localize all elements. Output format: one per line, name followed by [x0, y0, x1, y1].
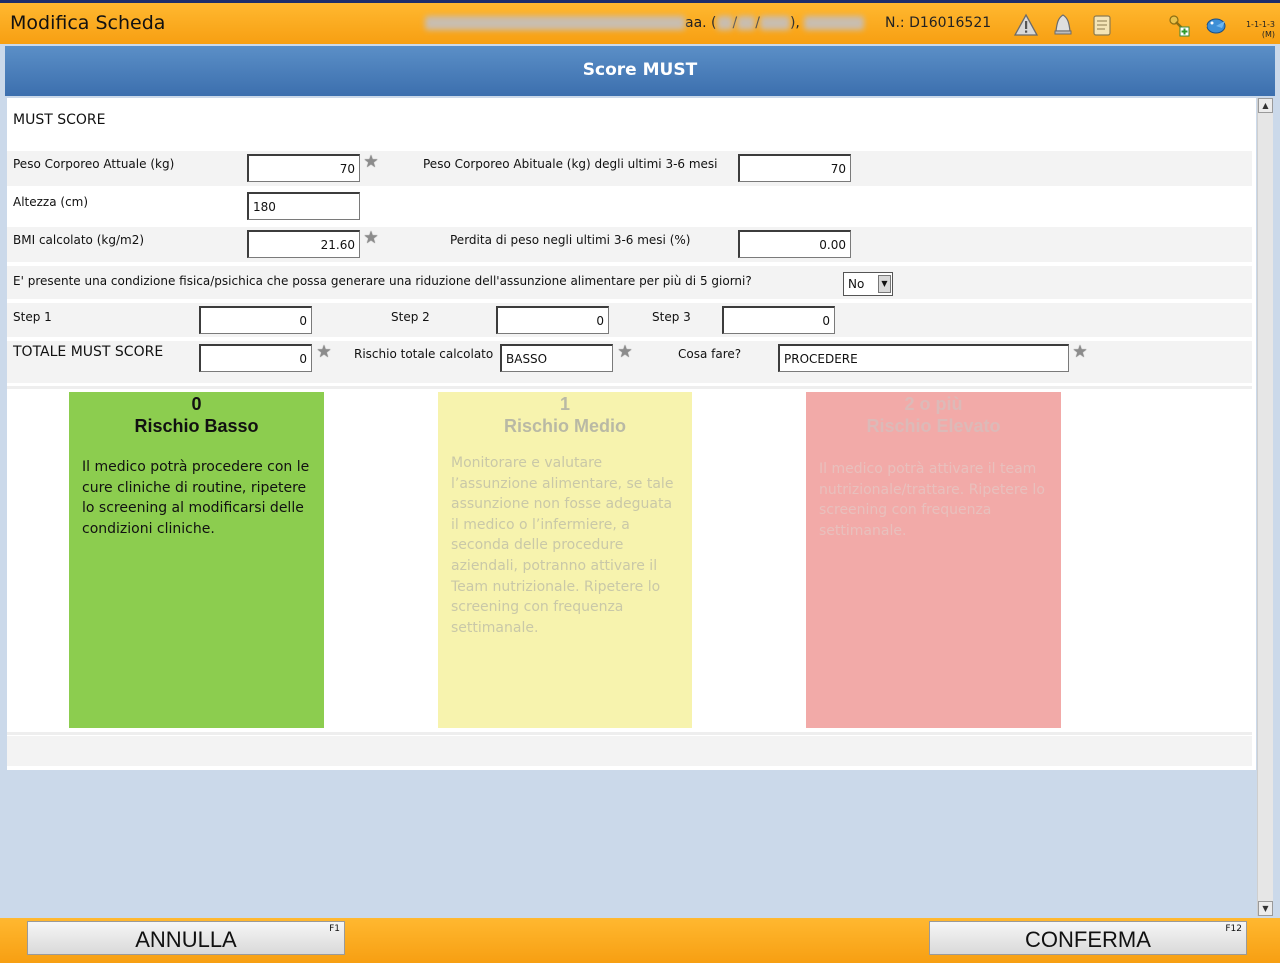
risk-field[interactable]: BASSO — [500, 344, 613, 372]
section-title: MUST SCORE — [13, 112, 106, 128]
risk-card-title: Rischio Elevato — [866, 416, 1001, 436]
confirm-button[interactable]: CONFERMA F12 — [929, 921, 1247, 955]
bottom-bar: ANNULLA F1 CONFERMA F12 — [0, 918, 1280, 963]
divider — [7, 732, 1252, 735]
confirm-button-label: CONFERMA — [1025, 927, 1151, 952]
weight-loss-field[interactable]: 0.00 — [738, 230, 851, 258]
step1-field[interactable]: 0 — [199, 306, 312, 334]
risk-card-title: Rischio Medio — [503, 416, 626, 436]
redacted-patient-extra — [804, 16, 865, 30]
step2-field[interactable]: 0 — [496, 306, 609, 334]
notes-icon[interactable] — [1090, 13, 1114, 37]
bmi-field[interactable]: 21.60 — [247, 230, 360, 258]
confirm-shortcut: F12 — [1225, 924, 1242, 934]
risk-card-text: Il medico potrà procedere con le cure cl… — [82, 459, 310, 537]
condition-select[interactable]: No ▼ — [843, 272, 893, 296]
app-title: Modifica Scheda — [10, 12, 166, 34]
risk-card-medium: 1 Rischio Medio Monitorare e valutare l’… — [438, 392, 692, 728]
height-field[interactable]: 180 — [247, 192, 360, 220]
section-title-row: MUST SCORE — [7, 104, 1252, 146]
step3-label: Step 3 — [652, 310, 691, 324]
redacted-birth-day — [716, 16, 733, 30]
app-window: Modifica Scheda aa. (//), N.: D16016521 — [0, 0, 1280, 963]
steps-row: Step 1 Step 2 Step 3 — [7, 303, 1252, 337]
scroll-down-arrow-icon[interactable]: ▼ — [1258, 901, 1273, 916]
usual-weight-field[interactable]: 70 — [738, 154, 851, 182]
condition-select-value: No — [848, 277, 865, 291]
divider — [7, 386, 1252, 389]
risk-card-title: Rischio Basso — [134, 416, 259, 436]
key-add-icon[interactable] — [1167, 13, 1191, 37]
warning-icon[interactable] — [1014, 13, 1038, 37]
step3-field[interactable]: 0 — [722, 306, 835, 334]
top-bar: Modifica Scheda aa. (//), N.: D16016521 — [0, 0, 1280, 44]
patient-info: aa. (/ /), — [425, 15, 865, 31]
alarm-bell-icon[interactable] — [1051, 13, 1075, 37]
empty-row — [7, 736, 1252, 766]
height-row: Altezza (cm) — [7, 189, 1252, 224]
redacted-birth-year — [759, 16, 790, 30]
risk-card-score: 1 — [559, 394, 570, 414]
redacted-patient-name — [425, 16, 685, 30]
weight-loss-label: Perdita di peso negli ultimi 3-6 mesi (%… — [450, 233, 691, 247]
redacted-birth-month — [737, 16, 756, 30]
bird-icon[interactable] — [1204, 13, 1228, 37]
scroll-up-arrow-icon[interactable]: ▲ — [1258, 98, 1273, 113]
what-to-do-field[interactable]: PROCEDERE — [778, 344, 1069, 372]
condition-row: E' presente una condizione fisica/psichi… — [7, 266, 1252, 299]
step2-label: Step 2 — [391, 310, 430, 324]
version-mode: (M) — [1261, 30, 1275, 39]
patient-age-label: aa. ( — [685, 15, 717, 31]
risk-label: Rischio totale calcolato — [354, 347, 494, 361]
total-score-label: TOTALE MUST SCORE — [13, 344, 164, 360]
cancel-button-label: ANNULLA — [135, 927, 237, 952]
star-icon[interactable]: ★ — [616, 343, 634, 361]
cancel-shortcut: F1 — [329, 924, 340, 934]
bmi-row: BMI calcolato (kg/m2) Perdita di peso ne… — [7, 227, 1252, 262]
risk-card-high: 2 o più Rischio Elevato Il medico potrà … — [806, 392, 1061, 728]
star-icon[interactable]: ★ — [362, 153, 380, 171]
page-title: Score MUST — [582, 60, 698, 80]
risk-card-text: Il medico potrà attivare il team nutrizi… — [819, 461, 1045, 539]
what-to-do-label: Cosa fare? — [678, 347, 742, 361]
card-number: N.: D16016521 — [885, 15, 992, 31]
version-number: 1-1-1-3 — [1245, 20, 1275, 29]
condition-question-label: E' presente una condizione fisica/psichi… — [13, 274, 752, 288]
risk-card-text: Monitorare e valutare l’assunzione alime… — [451, 455, 674, 636]
step1-label: Step 1 — [13, 310, 52, 324]
usual-weight-label: Peso Corporeo Abituale (kg) degli ultimi… — [423, 157, 718, 171]
total-score-field[interactable]: 0 — [199, 344, 312, 372]
risk-card-low: 0 Rischio Basso Il medico potrà proceder… — [69, 392, 324, 728]
cancel-button[interactable]: ANNULLA F1 — [27, 921, 345, 955]
current-weight-field[interactable]: 70 — [247, 154, 360, 182]
weight-row: Peso Corporeo Attuale (kg) Peso Corporeo… — [7, 151, 1252, 186]
version-info: 1-1-1-3 (M) — [1243, 20, 1275, 40]
section-header: Score MUST — [5, 46, 1275, 96]
risk-card-score: 2 o più — [904, 394, 963, 414]
risk-card-score: 0 — [191, 394, 202, 414]
vertical-scrollbar[interactable]: ▲ ▼ — [1257, 98, 1273, 916]
patient-info-close: ), — [789, 15, 800, 31]
current-weight-label: Peso Corporeo Attuale (kg) — [13, 157, 175, 171]
height-label: Altezza (cm) — [13, 195, 89, 209]
star-icon[interactable]: ★ — [1071, 343, 1089, 361]
star-icon[interactable]: ★ — [362, 229, 380, 247]
chevron-down-icon[interactable]: ▼ — [878, 275, 891, 293]
star-icon[interactable]: ★ — [315, 343, 333, 361]
bmi-label: BMI calcolato (kg/m2) — [13, 233, 145, 247]
